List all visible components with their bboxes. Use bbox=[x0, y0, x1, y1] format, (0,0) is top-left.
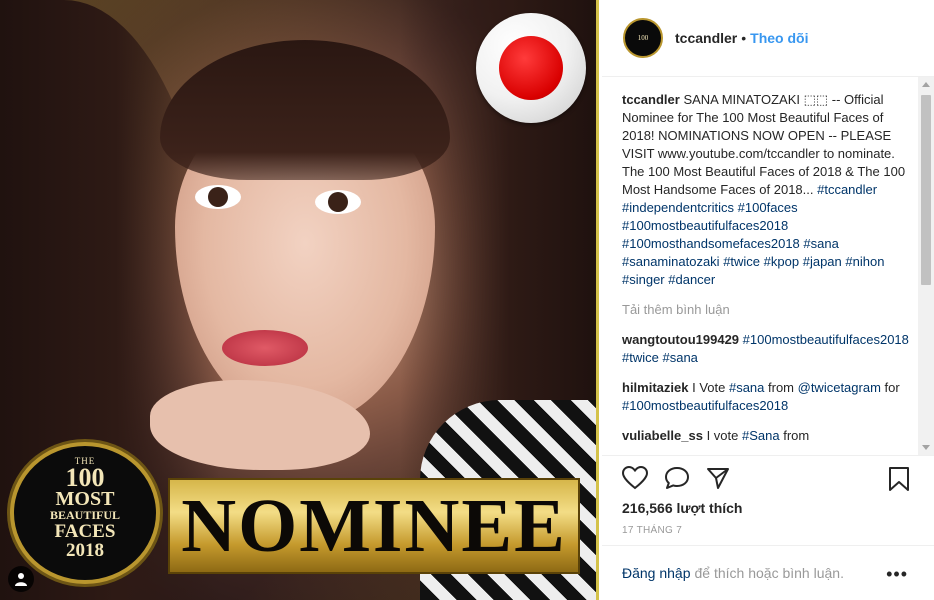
avatar[interactable]: 100 bbox=[623, 18, 663, 58]
header-separator: • bbox=[741, 30, 747, 46]
hashtag-link[interactable]: #singer bbox=[622, 272, 665, 287]
comment-text: I vote bbox=[706, 428, 742, 443]
comment-list: wangtoutou199429 #100mostbeautifulfaces2… bbox=[622, 331, 918, 445]
person-icon bbox=[15, 573, 27, 586]
hashtag-link[interactable]: #100mostbeautifulfaces2018 bbox=[743, 332, 909, 347]
user-tag-button[interactable] bbox=[8, 566, 34, 592]
login-bar: Đăng nhập để thích hoặc bình luận. ••• bbox=[602, 545, 934, 600]
hashtag-link[interactable]: #100mostbeautifulfaces2018 bbox=[622, 218, 788, 233]
hashtag-link[interactable]: #sanaminatozaki bbox=[622, 254, 720, 269]
portrait-eye-left bbox=[195, 185, 241, 209]
badge-line: MOST bbox=[55, 488, 115, 510]
scrollbar-thumb[interactable] bbox=[921, 95, 931, 285]
comment-text: from bbox=[764, 380, 798, 395]
nominee-banner: NOMINEE bbox=[168, 478, 580, 574]
load-more-comments[interactable]: Tải thêm bình luận bbox=[622, 301, 918, 319]
hashtag-link[interactable]: #nihon bbox=[845, 254, 884, 269]
heart-icon[interactable] bbox=[622, 466, 648, 490]
comment-text: for bbox=[880, 380, 900, 395]
header-username[interactable]: tccandler bbox=[675, 30, 737, 46]
scrollbar[interactable] bbox=[918, 77, 934, 455]
login-link[interactable]: Đăng nhập bbox=[622, 565, 691, 581]
share-icon[interactable] bbox=[706, 466, 730, 490]
portrait-lips bbox=[222, 330, 308, 366]
hashtag-link[interactable]: #sana bbox=[662, 350, 697, 365]
comment-username[interactable]: vuliabelle_ss bbox=[622, 428, 703, 443]
login-prompt: để thích hoặc bình luận. bbox=[694, 565, 844, 581]
hashtag-link[interactable]: #100mosthandsomefaces2018 bbox=[622, 236, 800, 251]
action-bar: 216,566 lượt thích 17 THÁNG 7 bbox=[602, 455, 934, 545]
hashtag-link[interactable]: #dancer bbox=[668, 272, 715, 287]
comment-text: from bbox=[779, 428, 810, 443]
hashtag-link[interactable]: #100faces bbox=[738, 200, 798, 215]
comment: hilmitaziek I Vote #sana from @twicetagr… bbox=[622, 379, 918, 415]
comment-username[interactable]: hilmitaziek bbox=[622, 380, 688, 395]
bookmark-icon[interactable] bbox=[888, 466, 910, 492]
comment-text: I Vote bbox=[692, 380, 729, 395]
japan-flag-icon bbox=[476, 13, 586, 123]
scroll-up-icon[interactable] bbox=[922, 82, 930, 87]
hashtag-link[interactable]: #kpop bbox=[764, 254, 799, 269]
post-image[interactable]: THE 100 MOST BEAUTIFUL FACES 2018 NOMINE… bbox=[0, 0, 599, 600]
hashtag-link[interactable]: #japan bbox=[803, 254, 842, 269]
scroll-down-icon[interactable] bbox=[922, 445, 930, 450]
post-date: 17 THÁNG 7 bbox=[622, 525, 683, 536]
badge-line: 2018 bbox=[66, 540, 104, 561]
hashtag-link[interactable]: #tccandler bbox=[817, 182, 877, 197]
hashtag-link[interactable]: #independentcritics bbox=[622, 200, 734, 215]
comment-icon[interactable] bbox=[664, 466, 690, 490]
caption-hashtags: #tccandler #independentcritics #100faces… bbox=[622, 182, 884, 287]
avatar-text: 100 bbox=[637, 34, 649, 42]
hashtag-link[interactable]: #sana bbox=[803, 236, 838, 251]
likes-count[interactable]: 216,566 lượt thích bbox=[622, 500, 742, 516]
hashtag-link[interactable]: @twicetagram bbox=[798, 380, 881, 395]
award-badge: THE 100 MOST BEAUTIFUL FACES 2018 bbox=[10, 442, 160, 584]
hashtag-link[interactable]: #twice bbox=[622, 350, 659, 365]
more-options-icon[interactable]: ••• bbox=[886, 564, 908, 585]
badge-line: FACES bbox=[54, 521, 116, 542]
nominee-label: NOMINEE bbox=[181, 484, 567, 568]
badge-line: 100 bbox=[65, 463, 105, 492]
comment: wangtoutou199429 #100mostbeautifulfaces2… bbox=[622, 331, 918, 367]
comment-username[interactable]: wangtoutou199429 bbox=[622, 332, 739, 347]
comments-panel[interactable]: tccandler SANA MINATOZAKI ⬚⬚ -- Official… bbox=[622, 91, 918, 455]
caption: tccandler SANA MINATOZAKI ⬚⬚ -- Official… bbox=[622, 91, 918, 289]
hashtag-link[interactable]: #100mostbeautifulfaces2018 bbox=[622, 398, 788, 413]
caption-username[interactable]: tccandler bbox=[622, 92, 680, 107]
hashtag-link[interactable]: #twice bbox=[723, 254, 760, 269]
hashtag-link[interactable]: #sana bbox=[729, 380, 764, 395]
action-icons bbox=[622, 466, 730, 490]
post-header: 100 tccandler • Theo dõi bbox=[602, 0, 934, 77]
portrait-eye-right bbox=[315, 190, 361, 214]
comment: vuliabelle_ss I vote #Sana from bbox=[622, 427, 918, 445]
hashtag-link[interactable]: #Sana bbox=[742, 428, 780, 443]
flag-sun bbox=[499, 36, 563, 100]
follow-button[interactable]: Theo dõi bbox=[750, 30, 808, 46]
